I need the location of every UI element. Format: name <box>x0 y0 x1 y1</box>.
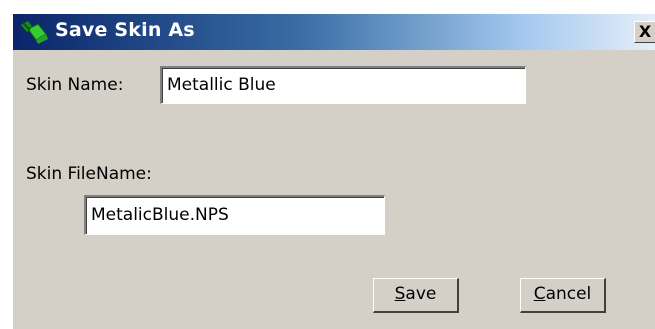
skin-filename-input[interactable]: MetalicBlue.NPS <box>84 195 385 235</box>
skin-filename-label: Skin FileName: <box>26 164 152 184</box>
save-accelerator: S <box>394 284 406 304</box>
close-button[interactable]: X <box>634 21 655 43</box>
dialog-title: Save Skin As <box>55 19 195 41</box>
skin-name-input[interactable]: Metallic Blue <box>160 66 526 104</box>
save-button[interactable]: Save <box>373 278 459 313</box>
skin-name-label: Skin Name: <box>26 75 124 95</box>
close-icon: X <box>638 22 652 41</box>
paint-bucket-icon <box>21 21 48 44</box>
title-bar[interactable]: Save Skin As X <box>13 14 655 50</box>
save-skin-dialog: Save Skin As X Skin Name: Metallic Blue … <box>12 14 655 329</box>
save-label: ave <box>405 284 437 304</box>
cancel-label: ancel <box>545 284 592 304</box>
cancel-accelerator: C <box>533 284 546 304</box>
cancel-button[interactable]: Cancel <box>520 278 606 313</box>
